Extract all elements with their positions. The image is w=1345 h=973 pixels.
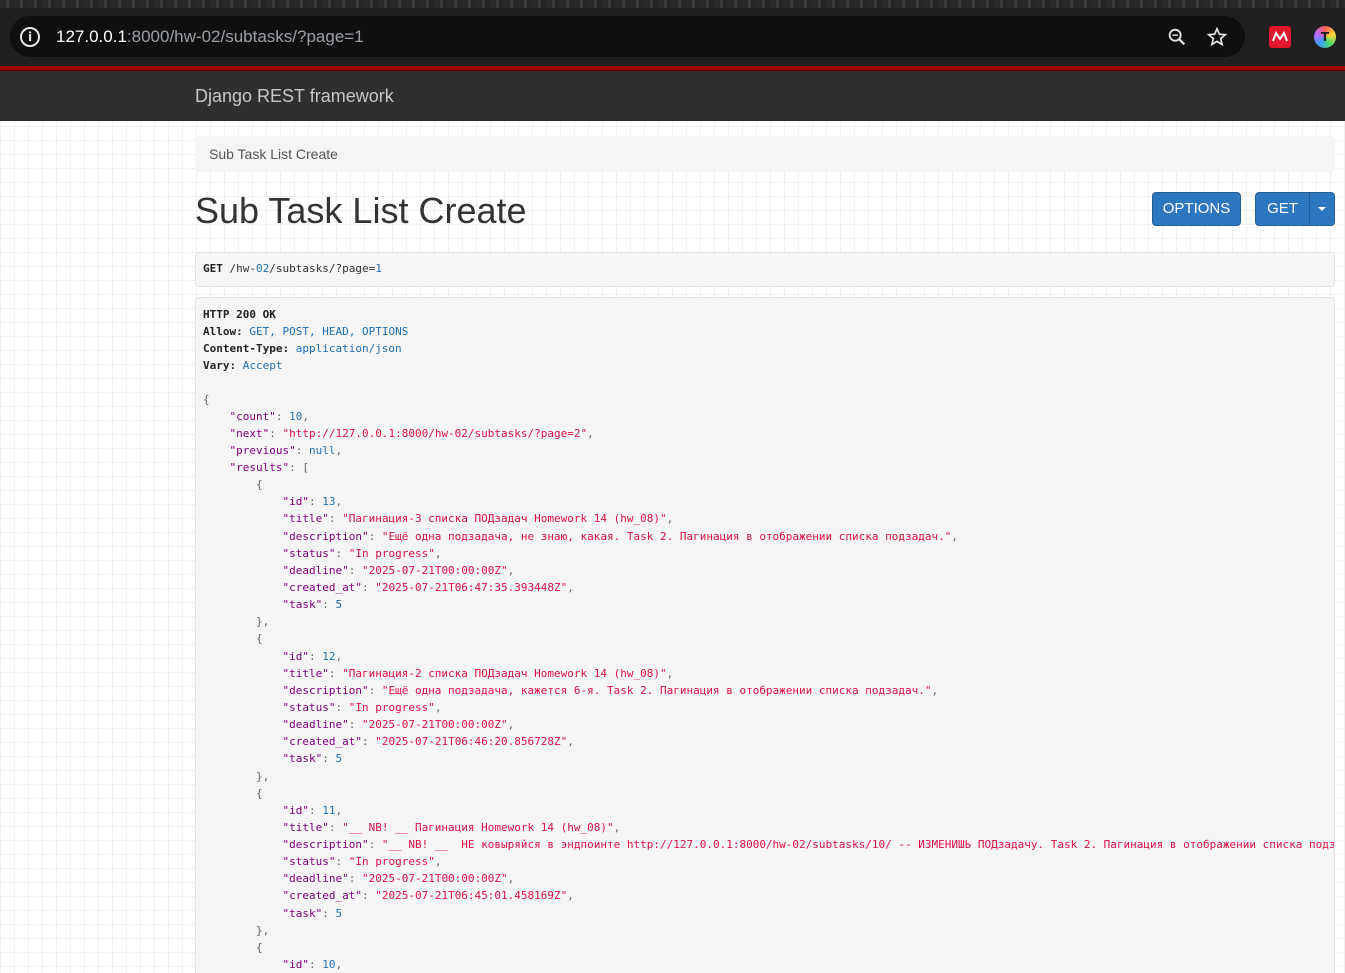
json-line: "task": 5 (282, 907, 343, 920)
json-value: 13 (322, 495, 336, 508)
options-button[interactable]: OPTIONS (1152, 192, 1241, 226)
json-brace: }, (203, 924, 270, 937)
header-name: Vary: (203, 359, 237, 372)
json-value: 5 (335, 598, 343, 611)
json-line: "title": "Пагинация-2 списка ПОДзадач Ho… (282, 667, 674, 680)
json-value: null (308, 444, 336, 457)
star-icon[interactable] (1206, 26, 1228, 48)
json-line: "id": 11, (282, 804, 343, 817)
json-line: "deadline": "2025-07-21T00:00:00Z", (282, 564, 515, 577)
json-line: "results": [ (229, 461, 309, 474)
json-value: "2025-07-21T00:00:00Z" (361, 872, 508, 885)
json-line: "created_at": "2025-07-21T06:46:20.85672… (282, 735, 574, 748)
json-value: "__ NB! __ НЕ ковыряйся в эндпоинте http… (381, 838, 1334, 851)
json-line: "title": "Пагинация-3 списка ПОДзадач Ho… (282, 512, 674, 525)
json-value: "2025-07-21T06:46:20.856728Z" (375, 735, 568, 748)
browser-tab-strip (0, 0, 1345, 8)
json-line: "description": "__ NB! __ НЕ ковыряйся в… (203, 836, 1334, 853)
request-path-prefix: /hw- (229, 262, 257, 275)
request-line: GET /hw-02/subtasks/?page=1 (203, 262, 382, 275)
page-title: Sub Task List Create (195, 190, 527, 231)
extension-glyph-icon (1272, 30, 1288, 42)
json-value: "2025-07-21T06:45:01.458169Z" (375, 889, 568, 902)
url-path: :8000/hw-02/subtasks/?page=1 (126, 27, 364, 46)
json-value: "2025-07-21T06:47:35.393448Z" (375, 581, 568, 594)
json-value: "In progress" (348, 547, 435, 560)
header-value: application/json (295, 342, 402, 355)
json-value: "Ещё одна подзадача, не знаю, какая. Tas… (381, 530, 952, 543)
json-brace: }, (203, 615, 270, 628)
json-line: "task": 5 (282, 598, 343, 611)
response-header: Vary: Accept (203, 357, 283, 374)
json-brace: { (203, 787, 263, 800)
caret-down-icon (1318, 207, 1326, 211)
extension-icon-red[interactable] (1269, 26, 1291, 48)
json-line: "deadline": "2025-07-21T00:00:00Z", (282, 872, 515, 885)
json-line: "task": 5 (282, 752, 343, 765)
get-button[interactable]: GET (1255, 192, 1310, 226)
json-value: 10 (289, 410, 303, 423)
json-key: "next" (229, 427, 270, 440)
json-value: "__ NB! __ Пагинация Homework 14 (hw_08)… (342, 821, 614, 834)
json-brace: }, (203, 770, 270, 783)
response-header: Content-Type: application/json (203, 340, 402, 357)
json-brace: { (203, 632, 263, 645)
json-line: "id": 12, (282, 650, 343, 663)
json-line: "id": 13, (282, 495, 343, 508)
json-line: "previous": null, (229, 444, 343, 457)
json-value: 10 (322, 958, 336, 971)
request-path-mid: /subtasks/?page= (269, 262, 376, 275)
json-line: "created_at": "2025-07-21T06:45:01.45816… (282, 889, 574, 902)
json-value: "Пагинация-3 списка ПОДзадач Homework 14… (342, 512, 667, 525)
json-value: 5 (335, 752, 343, 765)
json-line: "count": 10, (229, 410, 309, 423)
request-path-page: 1 (375, 262, 382, 275)
request-method: GET (203, 262, 223, 275)
json-brace: { (203, 393, 210, 406)
json-key: "count" (229, 410, 276, 423)
json-line: "id": 10, (282, 958, 343, 971)
json-value: 5 (335, 907, 343, 920)
json-brace: { (203, 941, 263, 954)
json-key: "results" (229, 461, 290, 474)
json-line: "deadline": "2025-07-21T00:00:00Z", (282, 718, 515, 731)
json-value: "Ещё одна подзадача, кажется 6-я. Task 2… (381, 684, 932, 697)
response-status: HTTP 200 OK (203, 308, 276, 321)
breadcrumb-item[interactable]: Sub Task List Create (209, 146, 338, 162)
json-line: "status": "In progress", (282, 701, 442, 714)
json-line: "status": "In progress", (282, 855, 442, 868)
json-value: "In progress" (348, 701, 435, 714)
json-value: 12 (322, 650, 336, 663)
url-host: 127.0.0.1 (56, 27, 127, 46)
info-icon[interactable]: i (20, 27, 40, 47)
breadcrumb (195, 136, 1335, 172)
get-format-dropdown-button[interactable] (1309, 192, 1335, 226)
zoom-icon[interactable] (1166, 26, 1188, 48)
navbar-brand[interactable]: Django REST framework (195, 86, 394, 107)
json-value: "2025-07-21T00:00:00Z" (361, 564, 508, 577)
json-link[interactable]: "http://127.0.0.1:8000/hw-02/subtasks/?p… (283, 427, 588, 440)
json-line: "status": "In progress", (282, 547, 442, 560)
json-value: "2025-07-21T00:00:00Z" (361, 718, 508, 731)
json-value: 11 (322, 804, 336, 817)
request-path-num: 02 (256, 262, 270, 275)
url-text[interactable]: 127.0.0.1:8000/hw-02/subtasks/?page=1 (56, 27, 364, 47)
header-value: Accept (242, 359, 283, 372)
extension-icon-t[interactable]: T (1314, 26, 1336, 48)
json-line: "title": "__ NB! __ Пагинация Homework 1… (282, 821, 621, 834)
json-line: "created_at": "2025-07-21T06:47:35.39344… (282, 581, 574, 594)
json-brace: { (203, 478, 263, 491)
json-line: "next": "http://127.0.0.1:8000/hw-02/sub… (229, 427, 594, 440)
header-value: GET, POST, HEAD, OPTIONS (249, 325, 409, 338)
json-line: "description": "Ещё одна подзадача, каже… (282, 684, 939, 697)
json-value: "In progress" (348, 855, 435, 868)
json-line: "description": "Ещё одна подзадача, не з… (282, 530, 958, 543)
json-key: "previous" (229, 444, 296, 457)
header-name: Allow: (203, 325, 243, 338)
header-name: Content-Type: (203, 342, 290, 355)
json-value: "Пагинация-2 списка ПОДзадач Homework 14… (342, 667, 667, 680)
response-header: Allow: GET, POST, HEAD, OPTIONS (203, 323, 408, 340)
